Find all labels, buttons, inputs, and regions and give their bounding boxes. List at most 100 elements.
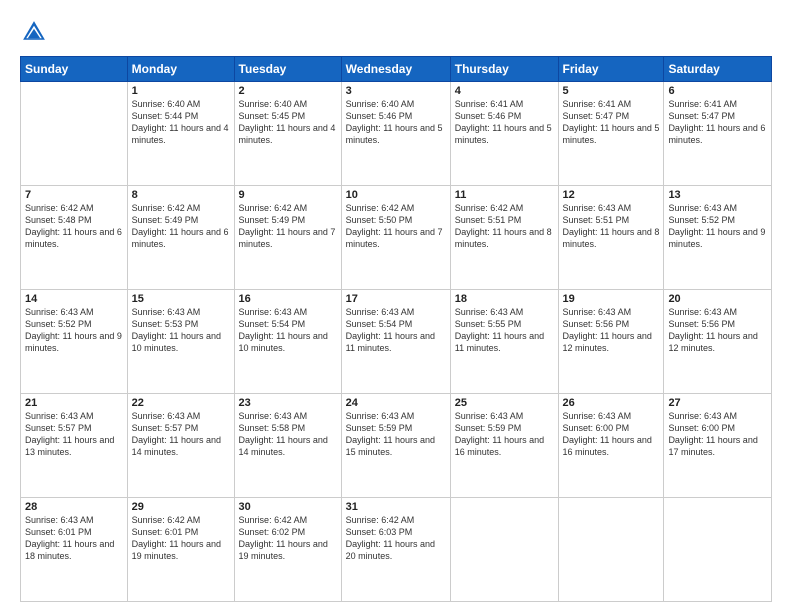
day-number: 2 <box>239 85 337 97</box>
day-info: Sunrise: 6:43 AM Sunset: 5:57 PM Dayligh… <box>132 410 230 459</box>
day-info: Sunrise: 6:40 AM Sunset: 5:46 PM Dayligh… <box>346 98 446 147</box>
calendar-cell: 18 Sunrise: 6:43 AM Sunset: 5:55 PM Dayl… <box>450 290 558 394</box>
calendar-header-row: SundayMondayTuesdayWednesdayThursdayFrid… <box>21 57 772 82</box>
calendar-cell: 25 Sunrise: 6:43 AM Sunset: 5:59 PM Dayl… <box>450 394 558 498</box>
day-of-week-header: Sunday <box>21 57 128 82</box>
calendar-cell: 9 Sunrise: 6:42 AM Sunset: 5:49 PM Dayli… <box>234 186 341 290</box>
day-number: 12 <box>563 189 660 201</box>
calendar-cell: 31 Sunrise: 6:42 AM Sunset: 6:03 PM Dayl… <box>341 498 450 602</box>
header <box>20 18 772 46</box>
day-number: 31 <box>346 501 446 513</box>
day-number: 7 <box>25 189 123 201</box>
day-info: Sunrise: 6:42 AM Sunset: 6:01 PM Dayligh… <box>132 514 230 563</box>
calendar-cell: 24 Sunrise: 6:43 AM Sunset: 5:59 PM Dayl… <box>341 394 450 498</box>
calendar-cell: 2 Sunrise: 6:40 AM Sunset: 5:45 PM Dayli… <box>234 82 341 186</box>
calendar-cell: 16 Sunrise: 6:43 AM Sunset: 5:54 PM Dayl… <box>234 290 341 394</box>
day-number: 10 <box>346 189 446 201</box>
calendar-week-row: 7 Sunrise: 6:42 AM Sunset: 5:48 PM Dayli… <box>21 186 772 290</box>
day-info: Sunrise: 6:43 AM Sunset: 6:00 PM Dayligh… <box>668 410 767 459</box>
day-number: 27 <box>668 397 767 409</box>
day-info: Sunrise: 6:43 AM Sunset: 5:54 PM Dayligh… <box>239 306 337 355</box>
day-number: 30 <box>239 501 337 513</box>
calendar-cell: 4 Sunrise: 6:41 AM Sunset: 5:46 PM Dayli… <box>450 82 558 186</box>
day-info: Sunrise: 6:43 AM Sunset: 5:53 PM Dayligh… <box>132 306 230 355</box>
calendar-cell <box>558 498 664 602</box>
day-info: Sunrise: 6:43 AM Sunset: 5:56 PM Dayligh… <box>563 306 660 355</box>
day-info: Sunrise: 6:42 AM Sunset: 5:49 PM Dayligh… <box>132 202 230 251</box>
day-number: 22 <box>132 397 230 409</box>
day-info: Sunrise: 6:43 AM Sunset: 5:59 PM Dayligh… <box>455 410 554 459</box>
calendar-cell: 19 Sunrise: 6:43 AM Sunset: 5:56 PM Dayl… <box>558 290 664 394</box>
calendar-cell <box>450 498 558 602</box>
day-number: 8 <box>132 189 230 201</box>
calendar-cell: 6 Sunrise: 6:41 AM Sunset: 5:47 PM Dayli… <box>664 82 772 186</box>
calendar-cell: 28 Sunrise: 6:43 AM Sunset: 6:01 PM Dayl… <box>21 498 128 602</box>
day-info: Sunrise: 6:42 AM Sunset: 6:03 PM Dayligh… <box>346 514 446 563</box>
day-info: Sunrise: 6:42 AM Sunset: 6:02 PM Dayligh… <box>239 514 337 563</box>
day-number: 26 <box>563 397 660 409</box>
calendar-week-row: 14 Sunrise: 6:43 AM Sunset: 5:52 PM Dayl… <box>21 290 772 394</box>
day-number: 23 <box>239 397 337 409</box>
day-number: 15 <box>132 293 230 305</box>
day-of-week-header: Friday <box>558 57 664 82</box>
day-info: Sunrise: 6:43 AM Sunset: 5:54 PM Dayligh… <box>346 306 446 355</box>
day-number: 21 <box>25 397 123 409</box>
day-number: 29 <box>132 501 230 513</box>
day-of-week-header: Tuesday <box>234 57 341 82</box>
calendar-cell: 11 Sunrise: 6:42 AM Sunset: 5:51 PM Dayl… <box>450 186 558 290</box>
calendar-cell: 13 Sunrise: 6:43 AM Sunset: 5:52 PM Dayl… <box>664 186 772 290</box>
day-info: Sunrise: 6:43 AM Sunset: 6:00 PM Dayligh… <box>563 410 660 459</box>
calendar-cell <box>21 82 128 186</box>
day-info: Sunrise: 6:43 AM Sunset: 6:01 PM Dayligh… <box>25 514 123 563</box>
calendar-cell: 15 Sunrise: 6:43 AM Sunset: 5:53 PM Dayl… <box>127 290 234 394</box>
calendar-cell: 27 Sunrise: 6:43 AM Sunset: 6:00 PM Dayl… <box>664 394 772 498</box>
calendar-cell: 7 Sunrise: 6:42 AM Sunset: 5:48 PM Dayli… <box>21 186 128 290</box>
day-info: Sunrise: 6:43 AM Sunset: 5:55 PM Dayligh… <box>455 306 554 355</box>
day-number: 3 <box>346 85 446 97</box>
calendar-cell: 20 Sunrise: 6:43 AM Sunset: 5:56 PM Dayl… <box>664 290 772 394</box>
day-info: Sunrise: 6:43 AM Sunset: 5:56 PM Dayligh… <box>668 306 767 355</box>
day-info: Sunrise: 6:40 AM Sunset: 5:45 PM Dayligh… <box>239 98 337 147</box>
day-number: 9 <box>239 189 337 201</box>
calendar-cell <box>664 498 772 602</box>
calendar-cell: 3 Sunrise: 6:40 AM Sunset: 5:46 PM Dayli… <box>341 82 450 186</box>
day-number: 19 <box>563 293 660 305</box>
calendar-cell: 26 Sunrise: 6:43 AM Sunset: 6:00 PM Dayl… <box>558 394 664 498</box>
day-number: 28 <box>25 501 123 513</box>
calendar-cell: 12 Sunrise: 6:43 AM Sunset: 5:51 PM Dayl… <box>558 186 664 290</box>
day-of-week-header: Thursday <box>450 57 558 82</box>
calendar-cell: 14 Sunrise: 6:43 AM Sunset: 5:52 PM Dayl… <box>21 290 128 394</box>
calendar-cell: 21 Sunrise: 6:43 AM Sunset: 5:57 PM Dayl… <box>21 394 128 498</box>
day-number: 18 <box>455 293 554 305</box>
logo <box>20 18 52 46</box>
calendar-week-row: 1 Sunrise: 6:40 AM Sunset: 5:44 PM Dayli… <box>21 82 772 186</box>
day-info: Sunrise: 6:43 AM Sunset: 5:59 PM Dayligh… <box>346 410 446 459</box>
calendar-cell: 5 Sunrise: 6:41 AM Sunset: 5:47 PM Dayli… <box>558 82 664 186</box>
calendar-week-row: 28 Sunrise: 6:43 AM Sunset: 6:01 PM Dayl… <box>21 498 772 602</box>
calendar-cell: 22 Sunrise: 6:43 AM Sunset: 5:57 PM Dayl… <box>127 394 234 498</box>
day-info: Sunrise: 6:40 AM Sunset: 5:44 PM Dayligh… <box>132 98 230 147</box>
day-number: 5 <box>563 85 660 97</box>
calendar-cell: 8 Sunrise: 6:42 AM Sunset: 5:49 PM Dayli… <box>127 186 234 290</box>
page: SundayMondayTuesdayWednesdayThursdayFrid… <box>0 0 792 612</box>
day-number: 6 <box>668 85 767 97</box>
day-info: Sunrise: 6:43 AM Sunset: 5:51 PM Dayligh… <box>563 202 660 251</box>
calendar-cell: 29 Sunrise: 6:42 AM Sunset: 6:01 PM Dayl… <box>127 498 234 602</box>
day-of-week-header: Saturday <box>664 57 772 82</box>
day-number: 17 <box>346 293 446 305</box>
day-number: 11 <box>455 189 554 201</box>
day-info: Sunrise: 6:42 AM Sunset: 5:48 PM Dayligh… <box>25 202 123 251</box>
day-info: Sunrise: 6:41 AM Sunset: 5:47 PM Dayligh… <box>668 98 767 147</box>
day-info: Sunrise: 6:41 AM Sunset: 5:47 PM Dayligh… <box>563 98 660 147</box>
calendar-cell: 10 Sunrise: 6:42 AM Sunset: 5:50 PM Dayl… <box>341 186 450 290</box>
day-number: 25 <box>455 397 554 409</box>
day-info: Sunrise: 6:43 AM Sunset: 5:52 PM Dayligh… <box>668 202 767 251</box>
day-number: 13 <box>668 189 767 201</box>
day-info: Sunrise: 6:42 AM Sunset: 5:49 PM Dayligh… <box>239 202 337 251</box>
logo-icon <box>20 18 48 46</box>
day-info: Sunrise: 6:42 AM Sunset: 5:51 PM Dayligh… <box>455 202 554 251</box>
day-info: Sunrise: 6:41 AM Sunset: 5:46 PM Dayligh… <box>455 98 554 147</box>
day-number: 24 <box>346 397 446 409</box>
calendar-cell: 30 Sunrise: 6:42 AM Sunset: 6:02 PM Dayl… <box>234 498 341 602</box>
calendar-cell: 23 Sunrise: 6:43 AM Sunset: 5:58 PM Dayl… <box>234 394 341 498</box>
